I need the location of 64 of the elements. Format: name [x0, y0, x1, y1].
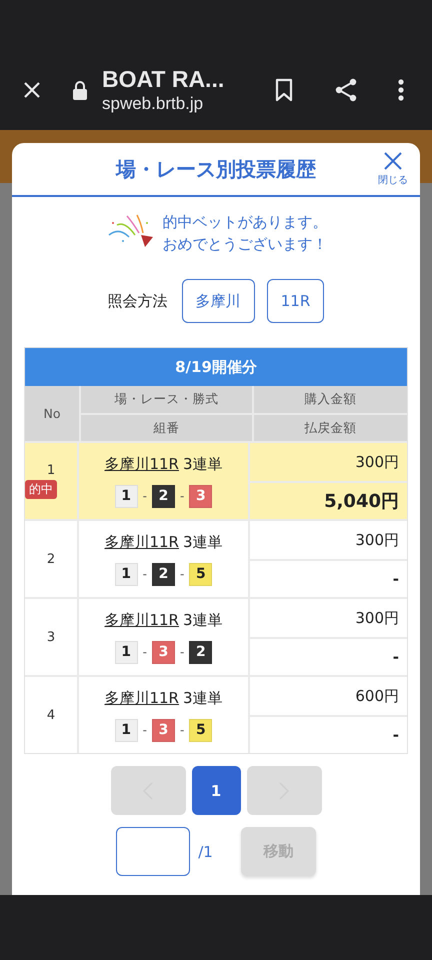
payout-amount: - — [392, 648, 399, 666]
bet-type: 3連単 — [182, 532, 223, 552]
boat-number: 2 — [152, 484, 175, 508]
boat-number: 3 — [152, 640, 175, 664]
column-header: 組番 — [81, 415, 252, 441]
filter-button[interactable]: 11R — [266, 279, 324, 323]
purchase-amount: 300円 — [355, 608, 399, 628]
boat-number: 1 — [114, 562, 138, 586]
row-number: 3 — [46, 630, 56, 644]
close-button[interactable]: 閉じる — [378, 151, 408, 187]
query-label: 照会方法 — [108, 292, 168, 310]
dialog-title: 場・レース別投票履歴 — [116, 156, 316, 182]
bet-type: 3連単 — [182, 688, 223, 708]
page-total: /1 — [198, 842, 213, 860]
race-link[interactable]: 多摩川11R — [104, 454, 179, 474]
row-number: 4 — [46, 708, 56, 722]
bet-type: 3連単 — [182, 454, 223, 474]
separator: - — [180, 567, 184, 581]
separator: - — [142, 645, 147, 659]
boat-number: 1 — [114, 640, 138, 664]
purchase-amount: 600円 — [355, 686, 399, 706]
date-header: 8/19開催分 — [25, 348, 407, 386]
payout-amount: 5,040円 — [324, 490, 399, 513]
separator: - — [180, 645, 184, 659]
column-header: 購入金額 — [254, 386, 407, 413]
separator: - — [142, 489, 147, 503]
filter-button[interactable]: 多摩川 — [182, 279, 255, 323]
payout-amount: - — [392, 726, 399, 744]
more-icon[interactable] — [398, 78, 404, 102]
message-text: 的中ベットがあります。 — [162, 212, 328, 233]
message-text: おめでとうございます！ — [162, 234, 328, 255]
race-link[interactable]: 多摩川11R — [104, 688, 179, 708]
column-header: 場・レース・勝式 — [81, 386, 252, 413]
column-header: No — [25, 386, 79, 441]
purchase-amount: 300円 — [355, 530, 399, 550]
race-link[interactable]: 多摩川11R — [104, 610, 179, 630]
page-url: spweb.brtb.jp — [102, 93, 204, 115]
boat-number: 1 — [114, 718, 138, 742]
row-number: 1 — [46, 463, 56, 478]
separator: - — [180, 489, 184, 503]
race-link[interactable]: 多摩川11R — [104, 532, 179, 552]
separator: - — [142, 723, 147, 737]
column-header: 払戻金額 — [254, 415, 407, 441]
page-button[interactable]: 1 — [192, 766, 240, 815]
purchase-amount: 300円 — [355, 452, 399, 472]
separator: - — [180, 723, 184, 737]
page-input-field[interactable] — [116, 827, 190, 876]
boat-number: 2 — [152, 562, 175, 586]
boat-number: 1 — [114, 484, 138, 508]
bet-type: 3連単 — [182, 610, 223, 630]
row-number: 2 — [46, 552, 56, 566]
boat-number: 3 — [189, 484, 212, 508]
page-title: BOAT RA... — [102, 65, 226, 93]
share-icon[interactable] — [334, 78, 358, 102]
bookmark-icon[interactable] — [274, 78, 294, 102]
lock-icon — [72, 80, 88, 100]
separator: - — [142, 567, 147, 581]
boat-number: 5 — [189, 562, 212, 586]
boat-number: 3 — [152, 718, 175, 742]
payout-amount: - — [392, 570, 399, 588]
hit-badge: 的中 — [25, 480, 57, 499]
close-icon — [383, 151, 403, 171]
boat-number: 5 — [189, 718, 212, 742]
boat-number: 2 — [189, 640, 212, 664]
